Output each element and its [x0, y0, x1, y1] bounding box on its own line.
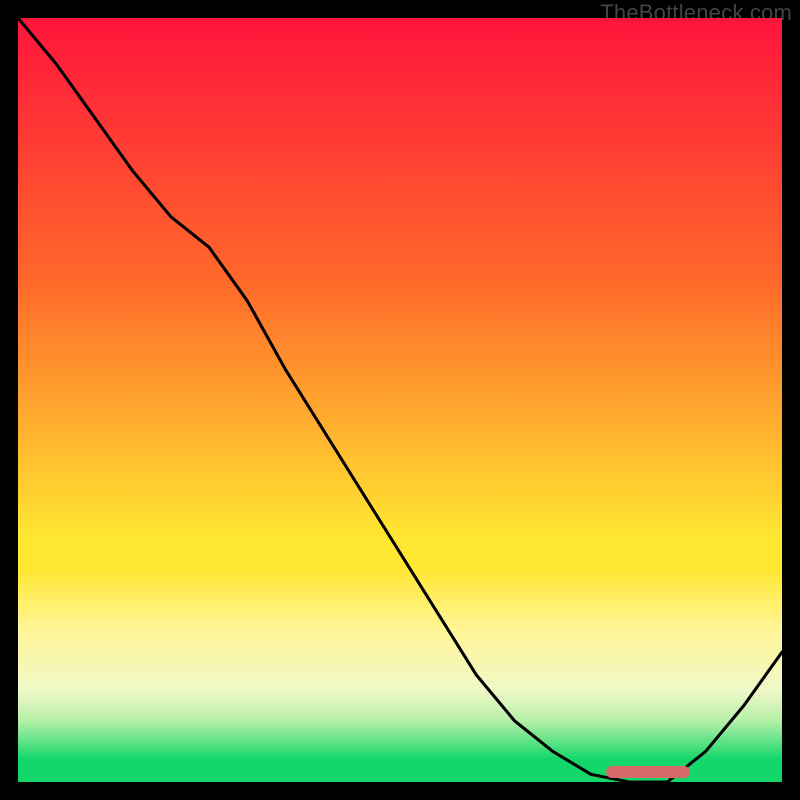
bottleneck-chart: [18, 18, 782, 782]
optimum-marker: [606, 766, 690, 778]
curve-svg: [18, 18, 782, 782]
bottleneck-curve: [18, 18, 782, 782]
